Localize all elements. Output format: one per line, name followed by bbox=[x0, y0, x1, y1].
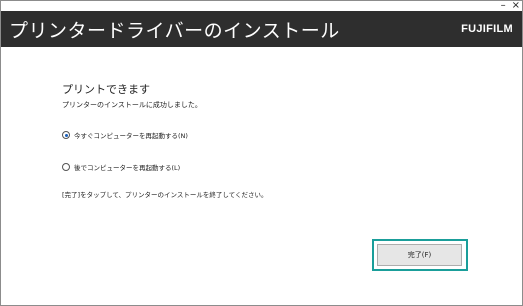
title-bar: プリンタードライバーのインストール FUJIFILM bbox=[1, 11, 522, 47]
section-heading: プリントできます bbox=[62, 83, 150, 96]
radio-unselected-icon[interactable] bbox=[62, 163, 70, 171]
page-title: プリンタードライバーのインストール bbox=[9, 19, 340, 42]
brand-logo: FUJIFILM bbox=[461, 23, 513, 35]
success-message: プリンターのインストールに成功しました。 bbox=[62, 101, 202, 109]
installer-window: – × プリンタードライバーのインストール FUJIFILM プリントできます … bbox=[0, 0, 523, 306]
restart-now-option[interactable]: 今すぐコンピューターを再起動する(N) bbox=[62, 130, 188, 140]
minimize-icon[interactable]: – bbox=[501, 1, 506, 11]
radio-selected-icon[interactable] bbox=[62, 131, 70, 139]
instruction-text: [完了]をタップして、プリンターのインストールを終了してください。 bbox=[62, 191, 268, 199]
window-controls: – × bbox=[501, 1, 520, 11]
restart-later-option[interactable]: 後でコンピューターを再起動する(L) bbox=[62, 162, 180, 172]
close-icon[interactable]: × bbox=[512, 1, 520, 11]
restart-now-label: 今すぐコンピューターを再起動する(N) bbox=[74, 132, 188, 140]
restart-later-label: 後でコンピューターを再起動する(L) bbox=[74, 164, 181, 172]
finish-button[interactable]: 完了(F) bbox=[377, 244, 462, 266]
